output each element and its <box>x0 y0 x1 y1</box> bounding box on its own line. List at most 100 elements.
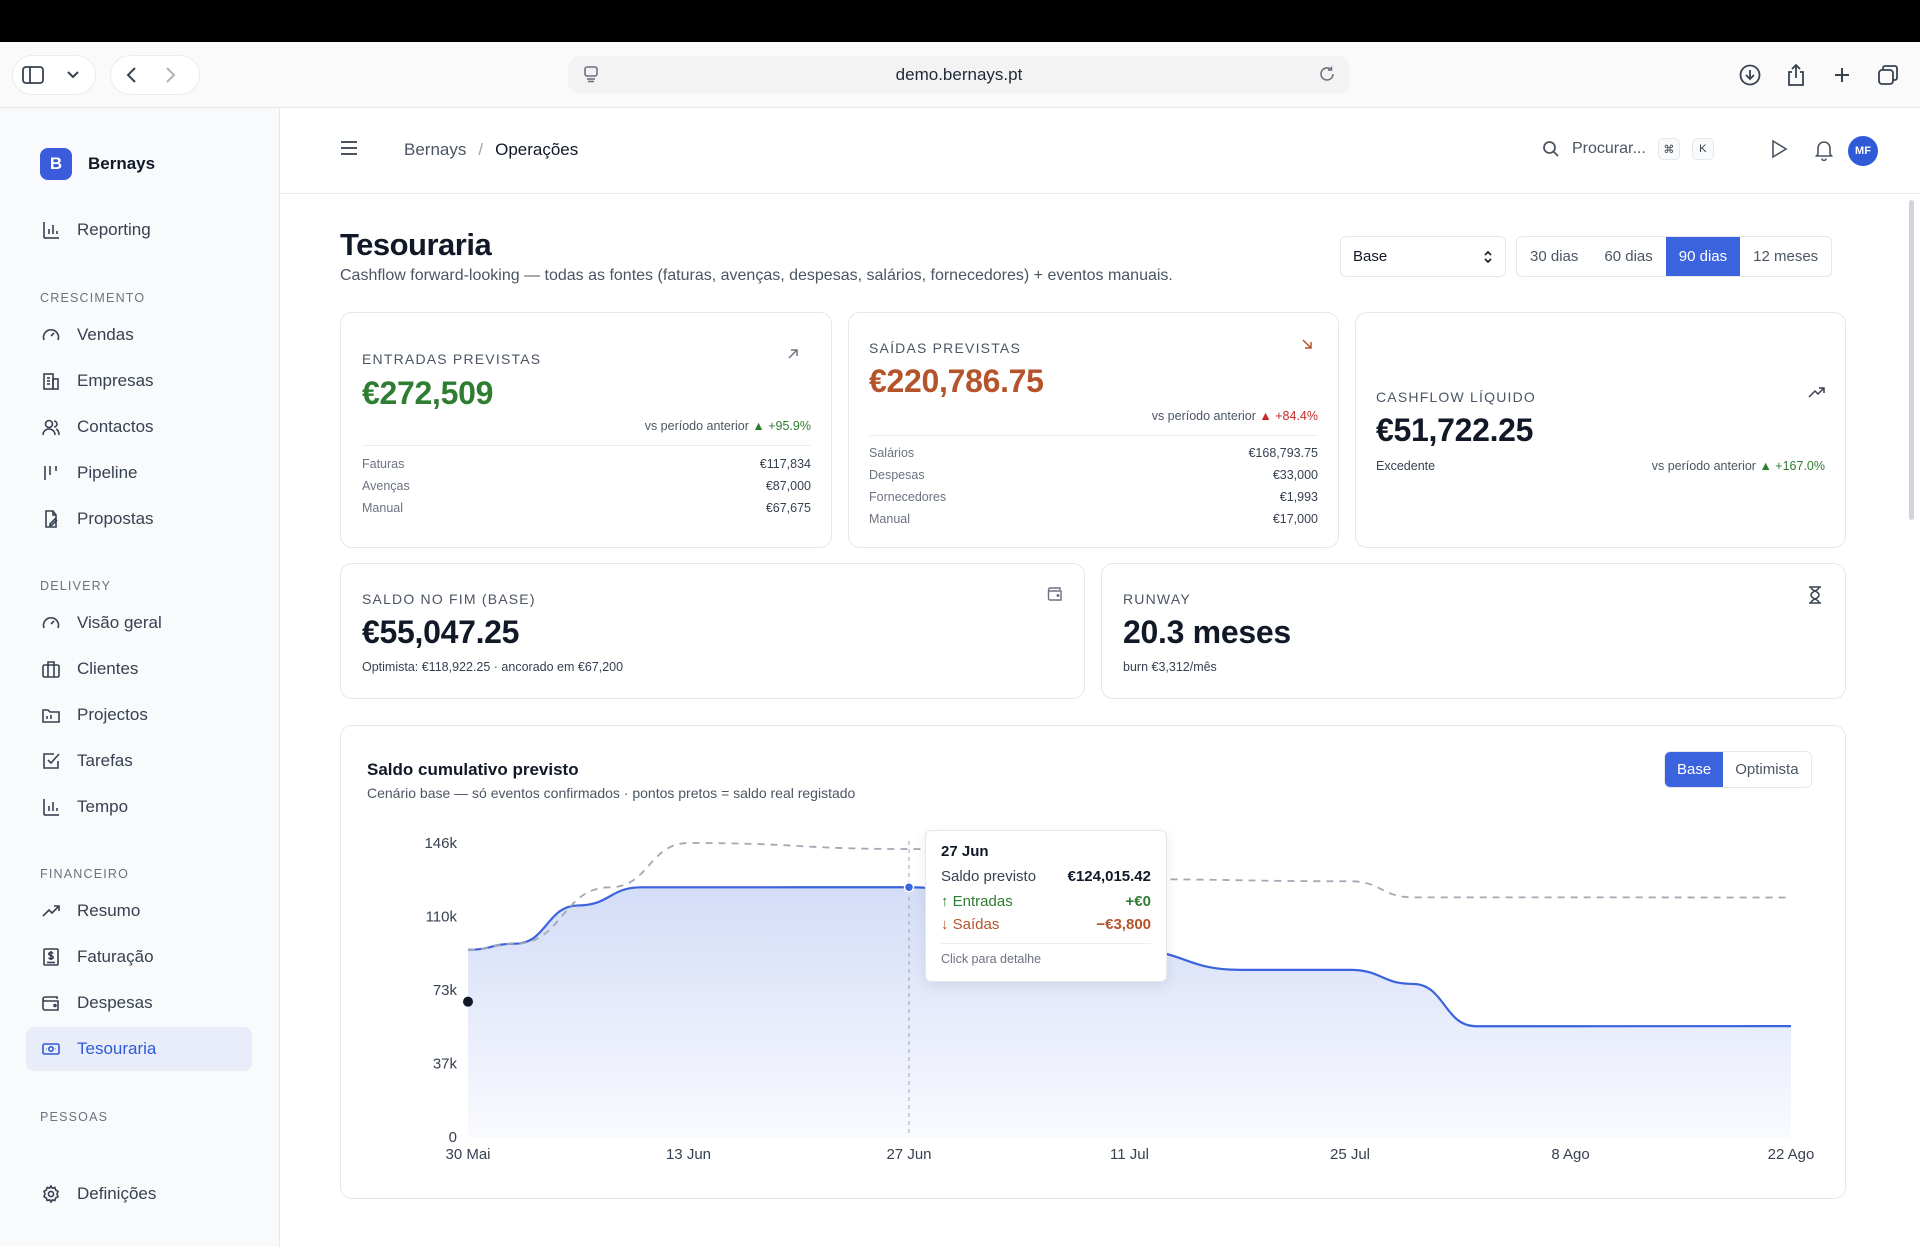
range-30-dias[interactable]: 30 dias <box>1517 237 1591 276</box>
tooltip-footer: Click para detalhe <box>941 943 1151 966</box>
breadcrumb-current: Operações <box>495 140 579 159</box>
sidebar-item-label: Resumo <box>77 901 141 920</box>
runway-card[interactable]: RUNWAY 20.3 meses burn €3,312/mês <box>1101 563 1846 699</box>
tabs-overview-icon[interactable] <box>1868 55 1908 95</box>
briefcase-icon <box>42 661 60 678</box>
card-label: ENTRADAS PREVISTAS <box>362 351 542 367</box>
play-icon[interactable] <box>1770 139 1788 164</box>
runway-note: burn €3,312/mês <box>1123 660 1217 674</box>
sidebar-item-label: Pipeline <box>77 463 138 482</box>
sidebar-item-pipeline[interactable]: Pipeline <box>26 451 252 495</box>
history-nav-group <box>110 55 200 95</box>
sidebar-item-label: Tesouraria <box>77 1039 157 1058</box>
inflows-value: €272,509 <box>362 375 494 411</box>
sidebar-item-tarefas[interactable]: Tarefas <box>26 739 252 783</box>
comparison-label: vs período anterior <box>644 419 749 433</box>
gauge-icon <box>42 617 60 629</box>
inflows-card[interactable]: ENTRADAS PREVISTAS €272,509 vs período a… <box>340 312 832 548</box>
breakdown-name: Manual <box>362 501 403 515</box>
end-balance-card[interactable]: SALDO NO FIM (BASE) €55,047.25 Optimista… <box>340 563 1085 699</box>
breakdown-value: €33,000 <box>1272 468 1318 482</box>
outflows-card[interactable]: SAÍDAS PREVISTAS €220,786.75 vs período … <box>848 312 1339 548</box>
breakdown-name: Despesas <box>869 468 925 482</box>
chart-tooltip[interactable]: 27 Jun Saldo previsto €124,015.42 ↑ Entr… <box>925 830 1167 982</box>
sidebar-item-faturacao[interactable]: Faturação <box>26 935 252 979</box>
toggle-base[interactable]: Base <box>1665 752 1724 787</box>
forward-arrow-icon[interactable] <box>151 55 191 95</box>
scenario-toggle: Base Optimista <box>1664 751 1812 788</box>
sidebar-item-despesas[interactable]: Despesas <box>26 981 252 1025</box>
comparison-delta: ▲ +95.9% <box>752 419 811 433</box>
search-trigger[interactable]: Procurar... ⌘ K <box>1542 138 1714 160</box>
sidebar-item-propostas[interactable]: Propostas <box>26 497 252 541</box>
range-60-dias[interactable]: 60 dias <box>1591 237 1665 276</box>
breadcrumb: Bernays / Operações <box>404 140 578 160</box>
breakdown-name: Faturas <box>362 457 405 471</box>
breakdown-row: Manual €17,000 <box>869 512 1318 526</box>
end-balance-note: Optimista: €118,922.25 · ancorado em €67… <box>362 660 624 674</box>
sidebar-item-projectos[interactable]: Projectos <box>26 693 252 737</box>
new-tab-icon[interactable] <box>1822 55 1862 95</box>
sidebar-item-label: Contactos <box>77 417 154 436</box>
outflows-comparison: vs período anterior ▲ +84.4% <box>1152 409 1318 423</box>
sidebar-toggle-group[interactable] <box>12 55 96 95</box>
tooltip-balance-label: Saldo previsto <box>941 868 1037 885</box>
net-cashflow-card[interactable]: CASHFLOW LÍQUIDO €51,722.25 Excedente vs… <box>1355 312 1846 548</box>
url-text: demo.bernays.pt <box>895 65 1023 84</box>
sidebar-item-reporting[interactable]: Reporting <box>26 208 252 252</box>
tooltip-inflows-label: ↑ Entradas <box>941 893 1013 910</box>
brand[interactable]: B Bernays <box>40 148 155 180</box>
sidebar-item-definicoes[interactable]: Definições <box>26 1172 252 1216</box>
range-90-dias[interactable]: 90 dias <box>1665 237 1741 276</box>
sidebar-item-clientes[interactable]: Clientes <box>26 647 252 691</box>
breakdown-value: €67,675 <box>765 501 811 515</box>
banknote-icon <box>42 1043 60 1055</box>
breadcrumb-root[interactable]: Bernays <box>404 140 466 160</box>
bell-icon[interactable] <box>1814 139 1834 166</box>
card-label: SAÍDAS PREVISTAS <box>869 340 1021 356</box>
back-arrow-icon[interactable] <box>111 55 151 95</box>
comparison-label: vs período anterior <box>1151 409 1256 423</box>
reload-icon[interactable] <box>1318 65 1336 88</box>
sidebar-item-label: Vendas <box>77 325 134 344</box>
sidebar-toggle-icon[interactable] <box>13 55 53 95</box>
breakdown-row: Faturas €117,834 <box>362 457 811 471</box>
sidebar-item-tesouraria[interactable]: Tesouraria <box>26 1027 252 1071</box>
card-label: RUNWAY <box>1123 591 1191 607</box>
sidebar-item-label: Propostas <box>77 509 154 528</box>
tooltip-balance-row: Saldo previsto €124,015.42 <box>941 868 1151 885</box>
breakdown-name: Avenças <box>362 479 410 493</box>
users-icon <box>42 419 60 436</box>
hourglass-icon <box>1808 586 1822 609</box>
address-bar[interactable]: demo.bernays.pt <box>568 56 1350 94</box>
menu-icon[interactable] <box>340 140 358 161</box>
sidebar-item-empresas[interactable]: Empresas <box>26 359 252 403</box>
breakdown-row: Manual €67,675 <box>362 501 811 515</box>
net-status: Excedente <box>1376 459 1436 473</box>
sidebar-item-vendas[interactable]: Vendas <box>26 313 252 357</box>
scenario-select[interactable]: Base <box>1340 236 1506 277</box>
sidebar-item-contactos[interactable]: Contactos <box>26 405 252 449</box>
avatar[interactable]: MF <box>1848 136 1878 166</box>
bar-chart-icon <box>43 222 59 239</box>
toggle-optimista[interactable]: Optimista <box>1723 752 1810 787</box>
sidebar-item-resumo[interactable]: Resumo <box>26 889 252 933</box>
folder-icon <box>42 709 60 723</box>
page-settings-icon[interactable] <box>582 65 600 88</box>
nav-section-title: DELIVERY <box>40 579 112 593</box>
net-comparison: vs período anterior ▲ +167.0% <box>1652 459 1825 473</box>
nav-section-title: FINANCEIRO <box>40 867 130 881</box>
chevron-down-icon[interactable] <box>53 55 93 95</box>
sidebar-item-tempo[interactable]: Tempo <box>26 785 252 829</box>
sidebar-item-visao-geral[interactable]: Visão geral <box>26 601 252 645</box>
scrollbar[interactable] <box>1909 200 1914 520</box>
breakdown-value: €117,834 <box>759 457 811 471</box>
screen-top-bar <box>0 0 1920 42</box>
share-icon[interactable] <box>1776 55 1816 95</box>
sidebar-item-label: Definições <box>77 1184 157 1203</box>
comparison-delta: ▲ +167.0% <box>1759 459 1825 473</box>
range-12-meses[interactable]: 12 meses <box>1740 237 1831 276</box>
download-icon[interactable] <box>1730 55 1770 95</box>
tooltip-inflows-row: ↑ Entradas +€0 <box>941 893 1151 910</box>
breakdown-name: Fornecedores <box>869 490 947 504</box>
